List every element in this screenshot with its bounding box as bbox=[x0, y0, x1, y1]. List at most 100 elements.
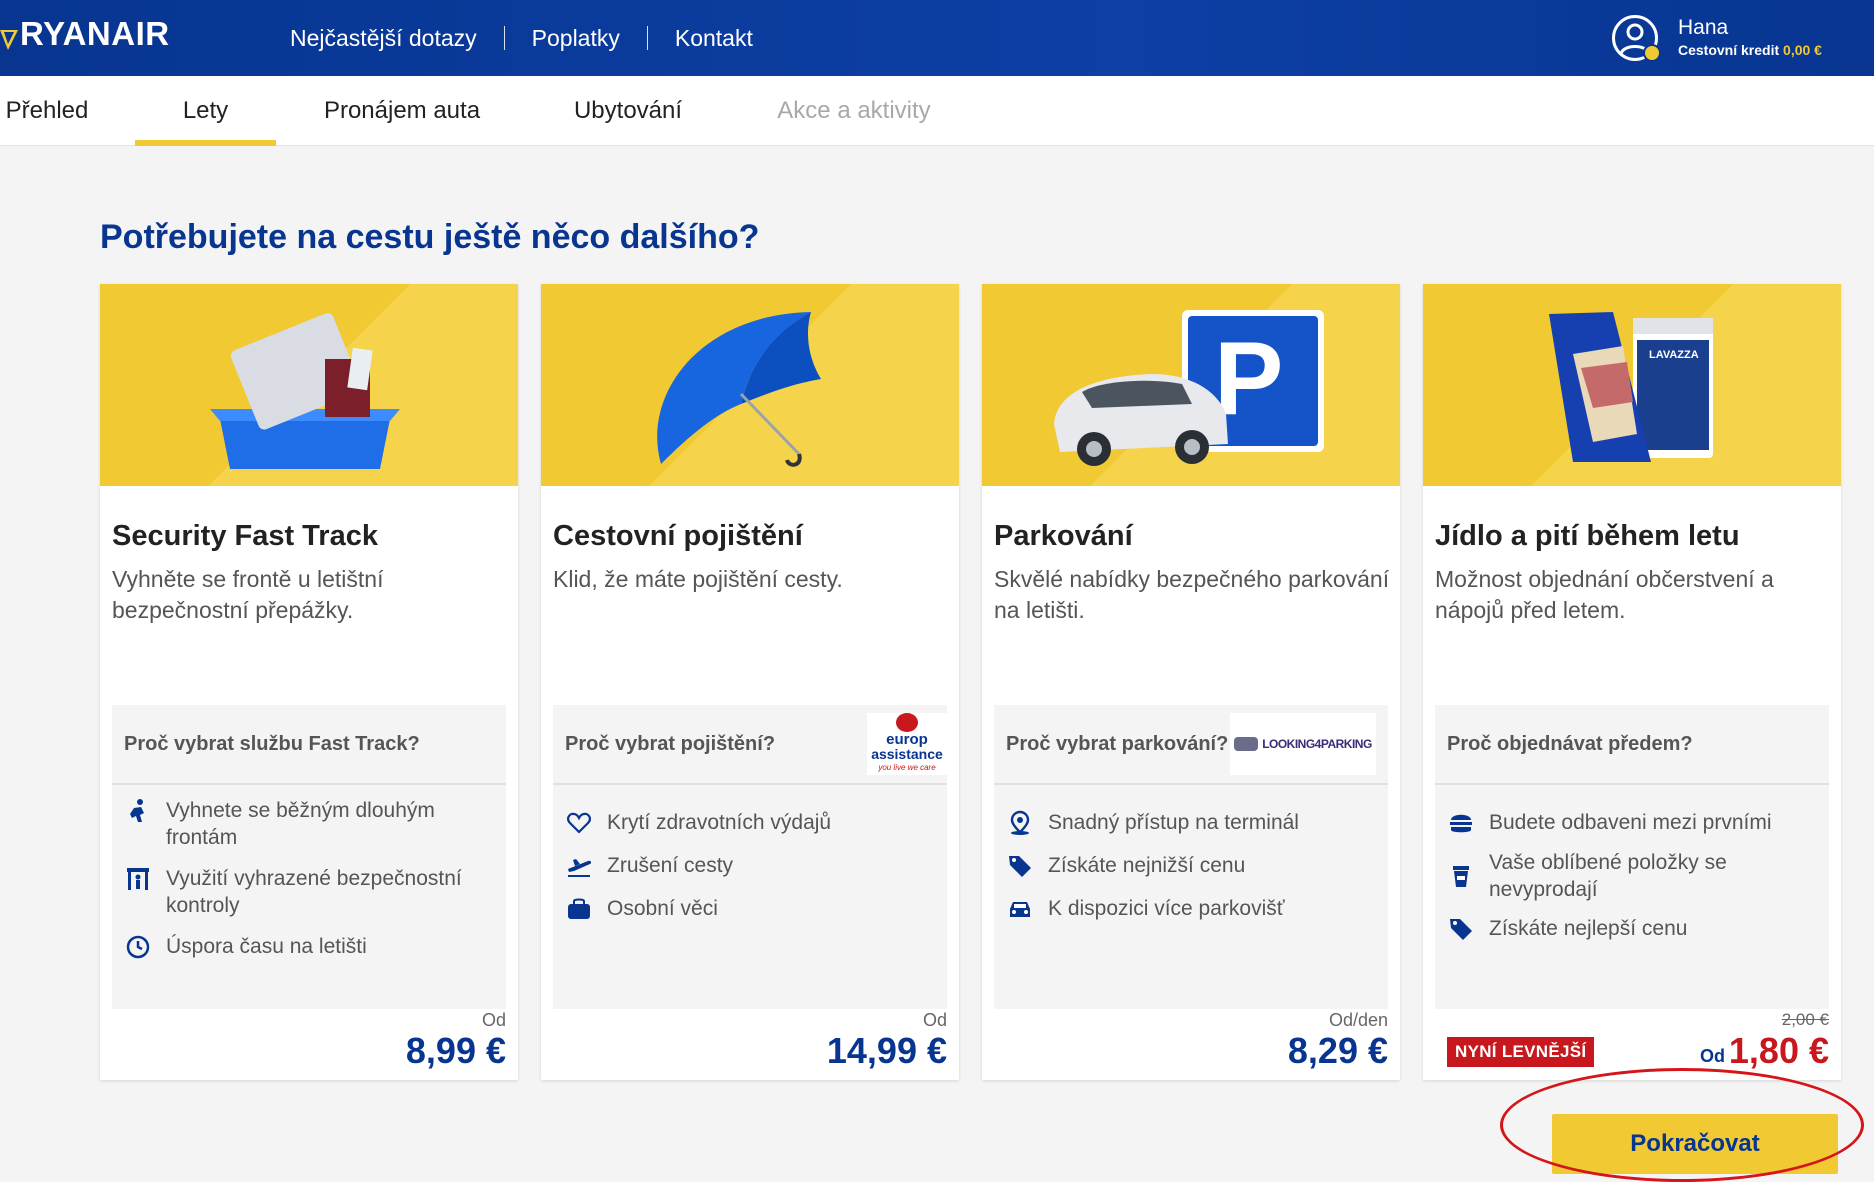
partner-car-icon bbox=[1234, 737, 1259, 751]
partner-line1: europ bbox=[886, 731, 928, 748]
user-menu[interactable]: Hana Cestovní kredit 0,00 € bbox=[1612, 10, 1822, 66]
bag-icon bbox=[565, 895, 593, 923]
user-name: Hana bbox=[1678, 16, 1729, 39]
travel-credit: Cestovní kredit 0,00 € bbox=[1678, 40, 1822, 60]
card-title: Parkování bbox=[994, 520, 1133, 552]
benefit-item: Snadný přístup na terminál bbox=[1006, 809, 1376, 837]
europ-assistance-globe-icon bbox=[896, 713, 918, 732]
nav-faq-link[interactable]: Nejčastější dotazy bbox=[290, 25, 504, 52]
price-prefix: Od bbox=[481, 1010, 506, 1030]
benefit-item: Získáte nejnižší cenu bbox=[1006, 852, 1376, 880]
umbrella-image bbox=[541, 284, 959, 486]
price-value: 8,99 € bbox=[405, 1030, 506, 1071]
benefit-text: Zrušení cesty bbox=[607, 854, 734, 877]
heart-icon bbox=[565, 809, 593, 837]
nav-fees-link[interactable]: Poplatky bbox=[505, 25, 647, 52]
top-header: RYANAIR Nejčastější dotazy Poplatky Kont… bbox=[0, 0, 1874, 76]
tab-flights[interactable]: Lety bbox=[135, 76, 276, 146]
benefit-text: Vaše oblíbené položky se nevyprodají bbox=[1489, 851, 1727, 901]
benefit-text: Snadný přístup na terminál bbox=[1048, 811, 1299, 834]
price-value: 1,80 € bbox=[1728, 1030, 1829, 1071]
benefit-item: Zrušení cesty bbox=[565, 852, 935, 880]
price-prefix: Od bbox=[1700, 1046, 1725, 1066]
running-person-icon bbox=[124, 797, 152, 825]
card-description: Klid, že máte pojištění cesty. bbox=[553, 566, 843, 592]
cheaper-badge: NYNÍ LEVNĚJŠÍ bbox=[1447, 1037, 1595, 1067]
top-nav: Nejčastější dotazy Poplatky Kontakt bbox=[290, 0, 780, 76]
benefits-heading: Proč vybrat službu Fast Track? bbox=[112, 705, 506, 785]
car-icon bbox=[1006, 895, 1034, 923]
price-prefix: Od/den bbox=[1328, 1010, 1388, 1030]
card-title: Jídlo a pití během letu bbox=[1435, 520, 1740, 552]
benefit-text: Úspora času na letišti bbox=[166, 935, 367, 958]
benefit-text: Budete odbaveni mezi prvními bbox=[1489, 811, 1772, 834]
travel-credit-amount: 0,00 € bbox=[1783, 42, 1822, 58]
food-image: LAVAZZA bbox=[1423, 284, 1841, 486]
benefits-heading-text: Proč vybrat pojištění? bbox=[565, 732, 776, 755]
partner-tagline: you live we care bbox=[878, 763, 936, 772]
credit-badge-icon bbox=[1643, 44, 1661, 62]
travel-credit-label: Cestovní kredit bbox=[1678, 42, 1780, 58]
tab-activities: Akce a aktivity bbox=[777, 97, 931, 124]
benefit-item: Vaše oblíbené položky se nevyprodají bbox=[1447, 849, 1817, 903]
card-title: Security Fast Track bbox=[112, 520, 378, 552]
page-title: Potřebujete na cestu ještě něco dalšího? bbox=[100, 218, 760, 256]
highlight-circle-annotation bbox=[1500, 1068, 1864, 1182]
ryanair-logo[interactable]: RYANAIR bbox=[0, 14, 170, 54]
benefit-text: Osobní věci bbox=[607, 897, 718, 920]
europ-assistance-logo: europ assistance you live we care bbox=[867, 713, 947, 775]
svg-text:LAVAZZA: LAVAZZA bbox=[1649, 349, 1699, 361]
price-tag-icon bbox=[1006, 852, 1034, 880]
card-description: Vyhněte se frontě u letištní bezpečnostn… bbox=[112, 566, 384, 623]
security-gate-icon bbox=[124, 865, 152, 893]
harp-logo-icon bbox=[0, 22, 18, 50]
benefit-item: Získáte nejlepší cenu bbox=[1447, 915, 1817, 943]
benefit-item: Osobní věci bbox=[565, 895, 935, 923]
looking4parking-logo: LOOKING4PARKING bbox=[1230, 713, 1376, 775]
benefit-item: Budete odbaveni mezi prvními bbox=[1447, 809, 1817, 837]
product-card-parking[interactable]: P Parkování Skvělé nabídky bezpečného pa… bbox=[982, 284, 1400, 1080]
benefits-heading: Proč vybrat pojištění? europ assistance … bbox=[553, 705, 947, 785]
nav-contact-link[interactable]: Kontakt bbox=[648, 25, 780, 52]
card-benefits: Proč vybrat parkování? LOOKING4PARKING S… bbox=[994, 705, 1388, 1009]
benefit-item: Vyhnete se běžným dlouhým frontám bbox=[124, 797, 494, 851]
card-benefits: Proč vybrat službu Fast Track? Vyhnete s… bbox=[112, 705, 506, 1009]
plane-takeoff-icon bbox=[565, 852, 593, 880]
old-price: 2,00 € bbox=[1781, 1010, 1829, 1029]
price-tag-icon bbox=[1447, 915, 1475, 943]
clock-icon bbox=[124, 933, 152, 961]
product-card-fast-track[interactable]: Security Fast Track Vyhněte se frontě u … bbox=[100, 284, 518, 1080]
benefits-heading: Proč vybrat parkování? LOOKING4PARKING bbox=[994, 705, 1388, 785]
partner-name: LOOKING4PARKING bbox=[1262, 737, 1372, 751]
benefits-heading-text: Proč objednávat předem? bbox=[1447, 732, 1693, 755]
brand-name: RYANAIR bbox=[20, 15, 170, 52]
benefit-text: Krytí zdravotních výdajů bbox=[607, 811, 832, 834]
partner-line2: assistance bbox=[871, 746, 943, 762]
burger-icon bbox=[1447, 809, 1475, 837]
benefit-text: Vyhnete se běžným dlouhým frontám bbox=[166, 799, 435, 849]
benefit-text: Získáte nejnižší cenu bbox=[1048, 854, 1246, 877]
benefit-text: Využití vyhrazené bezpečnostní kontroly bbox=[166, 867, 462, 917]
user-avatar-icon[interactable] bbox=[1612, 15, 1661, 62]
tab-accommodation[interactable]: Ubytování bbox=[560, 76, 696, 146]
parking-image: P bbox=[982, 284, 1400, 486]
card-title: Cestovní pojištění bbox=[553, 520, 803, 552]
fast-track-image bbox=[100, 284, 518, 486]
price-value: 14,99 € bbox=[826, 1030, 947, 1071]
benefits-heading: Proč objednávat předem? bbox=[1435, 705, 1829, 785]
tab-overview[interactable]: Přehled bbox=[0, 76, 94, 146]
product-card-food[interactable]: LAVAZZA Jídlo a pití během letu Možnost … bbox=[1423, 284, 1841, 1080]
benefit-item: Úspora času na letišti bbox=[124, 933, 494, 961]
card-benefits: Proč vybrat pojištění? europ assistance … bbox=[553, 705, 947, 1009]
card-description: Skvělé nabídky bezpečného parkování na l… bbox=[994, 566, 1390, 623]
price-value: 8,29 € bbox=[1287, 1030, 1388, 1071]
sub-nav: Přehled Lety Pronájem auta Ubytování Akc… bbox=[0, 76, 1874, 146]
price-prefix: Od bbox=[922, 1010, 947, 1030]
benefit-text: Získáte nejlepší cenu bbox=[1489, 917, 1688, 940]
benefits-heading-text: Proč vybrat službu Fast Track? bbox=[124, 732, 420, 755]
benefit-item: K dispozici více parkovišť bbox=[1006, 895, 1376, 923]
benefits-heading-text: Proč vybrat parkování? bbox=[1006, 732, 1229, 755]
tab-car-hire[interactable]: Pronájem auta bbox=[312, 76, 492, 146]
benefit-text: K dispozici více parkovišť bbox=[1048, 897, 1285, 920]
product-card-insurance[interactable]: Cestovní pojištění Klid, že máte pojiště… bbox=[541, 284, 959, 1080]
